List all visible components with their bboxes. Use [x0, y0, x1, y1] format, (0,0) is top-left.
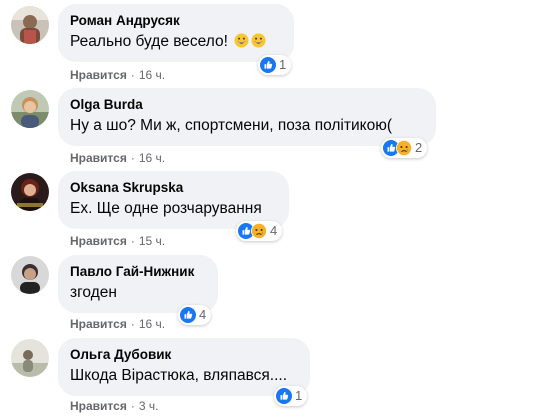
comment-timestamp[interactable]: 16 ч. — [139, 317, 165, 331]
comment-actions: Нравится · 16 ч. — [70, 316, 165, 332]
grinning-emoji — [234, 33, 249, 48]
separator: · — [130, 317, 135, 331]
comment-author[interactable]: Роман Андрусяк — [70, 12, 282, 29]
like-button[interactable]: Нравится — [70, 234, 127, 248]
avatar[interactable] — [11, 256, 49, 294]
separator: · — [130, 234, 135, 248]
reactions-summary[interactable]: 1 — [258, 55, 292, 75]
separator: · — [130, 399, 135, 413]
grinning-emoji — [251, 33, 266, 48]
avatar-photo — [11, 339, 49, 377]
comment-text: Ех. Ще одне розчарування — [70, 200, 262, 217]
reaction-count: 1 — [279, 57, 287, 72]
avatar[interactable] — [11, 6, 49, 44]
like-button[interactable]: Нравится — [70, 68, 127, 82]
comment-text: згоден — [70, 284, 117, 301]
comment-timestamp[interactable]: 16 ч. — [139, 151, 165, 165]
comment-bubble: Роман Андрусяк Реально буде весело! — [58, 4, 294, 62]
comment-timestamp[interactable]: 15 ч. — [139, 234, 165, 248]
comment-author[interactable]: Ольга Дубовик — [70, 346, 298, 363]
avatar[interactable] — [11, 90, 49, 128]
reaction-count: 4 — [199, 307, 207, 322]
reactions-summary[interactable]: 4 — [236, 221, 283, 241]
avatar-photo — [11, 6, 49, 44]
comment-text-content: Реально буде весело! — [70, 33, 228, 50]
reaction-count: 2 — [415, 140, 423, 155]
comment-timestamp[interactable]: 3 ч. — [139, 399, 159, 413]
like-button[interactable]: Нравится — [70, 399, 127, 413]
sad-reaction-icon — [396, 140, 412, 156]
avatar-photo — [11, 173, 49, 211]
like-reaction-icon — [260, 57, 276, 73]
avatar-photo — [11, 90, 49, 128]
sad-reaction-icon — [251, 223, 267, 239]
comment-text: Реально буде весело! — [70, 31, 282, 52]
reaction-count: 4 — [270, 223, 278, 238]
like-button[interactable]: Нравится — [70, 317, 127, 331]
comment-author[interactable]: Olga Burda — [70, 96, 424, 113]
comment-actions: Нравится · 3 ч. — [70, 398, 158, 414]
avatar-photo — [11, 256, 49, 294]
separator: · — [130, 151, 135, 165]
like-button[interactable]: Нравится — [70, 151, 127, 165]
comment-bubble: Ольга Дубовик Шкода Вірастюка, вляпався.… — [58, 338, 310, 396]
reactions-summary[interactable]: 1 — [274, 386, 308, 406]
comment-bubble: Olga Burda Ну а шо? Ми ж, спортсмени, по… — [58, 88, 436, 146]
avatar[interactable] — [11, 339, 49, 377]
reactions-summary[interactable]: 2 — [381, 138, 428, 158]
comment-text: Шкода Вірастюка, вляпався.... — [70, 367, 288, 384]
separator: · — [130, 68, 135, 82]
comment-text: Ну а шо? Ми ж, спортсмени, поза політико… — [70, 117, 392, 134]
like-reaction-icon — [180, 307, 196, 323]
avatar[interactable] — [11, 173, 49, 211]
like-reaction-icon — [276, 388, 292, 404]
reactions-summary[interactable]: 4 — [178, 305, 212, 325]
comment-author[interactable]: Павло Гай-Нижник — [70, 263, 206, 280]
comment-author[interactable]: Oksana Skrupska — [70, 179, 277, 196]
reaction-count: 1 — [295, 388, 303, 403]
comment-timestamp[interactable]: 16 ч. — [139, 68, 165, 82]
comment-actions: Нравится · 16 ч. — [70, 67, 165, 83]
comment-actions: Нравится · 16 ч. — [70, 150, 165, 166]
comment-actions: Нравится · 15 ч. — [70, 233, 165, 249]
